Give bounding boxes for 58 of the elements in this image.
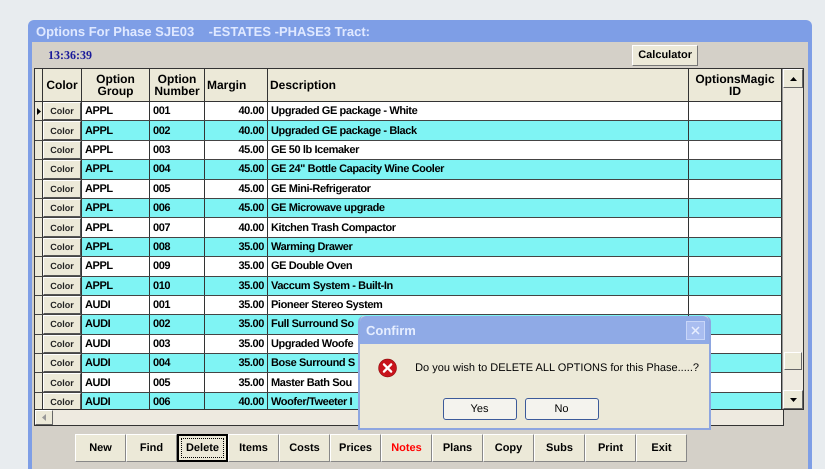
table-cell: AUDI xyxy=(82,334,150,354)
table-cell: AUDI xyxy=(82,315,150,334)
table-cell: AUDI xyxy=(82,296,150,314)
window-title: Options For Phase SJE03 -ESTATES -PHASE3 Tract: xyxy=(35,22,371,41)
table-cell: 35.00 xyxy=(205,257,268,276)
table-cell: 005 xyxy=(150,373,205,392)
table-cell: 45.00 xyxy=(205,140,268,160)
table-cell: 40.00 xyxy=(205,102,268,120)
table-cell: APPL xyxy=(82,276,150,295)
table-cell: 40.00 xyxy=(205,121,268,140)
table-cell: 35.00 xyxy=(205,373,268,392)
table-cell: 35.00 xyxy=(205,238,268,256)
table-cell: GE Mini-Refrigerator xyxy=(268,180,689,198)
table-cell: 45.00 xyxy=(205,160,268,179)
table-cell: Kitchen Trash Compactor xyxy=(268,218,689,237)
table-cell: APPL xyxy=(82,160,150,179)
table-cell: 35.00 xyxy=(205,296,268,314)
table-cell: APPL xyxy=(82,257,150,276)
table-cell: 002 xyxy=(150,315,205,334)
table-cell: Pioneer Stereo System xyxy=(268,296,689,314)
table-cell: GE 24" Bottle Capacity Wine Cooler xyxy=(268,160,689,179)
table-cell: 007 xyxy=(150,218,205,237)
table-cell: GE 50 lb Icemaker xyxy=(268,140,689,160)
table-cell: APPL xyxy=(82,218,150,237)
table-cell: APPL xyxy=(82,140,150,160)
table-cell: 35.00 xyxy=(205,334,268,354)
table-cell: 009 xyxy=(150,257,205,276)
table-cell: 005 xyxy=(150,180,205,198)
table-cell: 45.00 xyxy=(205,180,268,198)
table-cell: GE Double Oven xyxy=(268,257,689,276)
table-cell: APPL xyxy=(82,198,150,218)
table-cell: 001 xyxy=(150,296,205,314)
table-cell: 45.00 xyxy=(205,198,268,218)
table-cell: 003 xyxy=(150,140,205,160)
table-cell: 008 xyxy=(150,238,205,256)
table-cell: 35.00 xyxy=(205,315,268,334)
table-cell: APPL xyxy=(82,102,150,120)
table-cell: APPL xyxy=(82,238,150,256)
table-cell: AUDI xyxy=(82,373,150,392)
table-cell: 010 xyxy=(150,276,205,295)
table-cell: GE Microwave upgrade xyxy=(268,198,689,218)
table-cell: 004 xyxy=(150,160,205,179)
table-cell: Warming Drawer xyxy=(268,238,689,256)
table-cell: 006 xyxy=(150,198,205,218)
table-cell: 35.00 xyxy=(205,276,268,295)
table-cell: Upgraded GE package - White xyxy=(268,102,689,120)
table-cell: APPL xyxy=(82,121,150,140)
table-cell: 001 xyxy=(150,102,205,120)
table-cell: APPL xyxy=(82,180,150,198)
table-cell: 002 xyxy=(150,121,205,140)
table-cell: Vaccum System - Built-In xyxy=(268,276,689,295)
table-cell: 40.00 xyxy=(205,218,268,237)
table-cell: Upgraded GE package - Black xyxy=(268,121,689,140)
clock: 13:36:39 xyxy=(48,48,92,62)
table-cell: AUDI xyxy=(82,354,150,372)
table-cell: 003 xyxy=(150,334,205,354)
table-cell: 004 xyxy=(150,354,205,372)
table-cell: 35.00 xyxy=(205,354,268,372)
